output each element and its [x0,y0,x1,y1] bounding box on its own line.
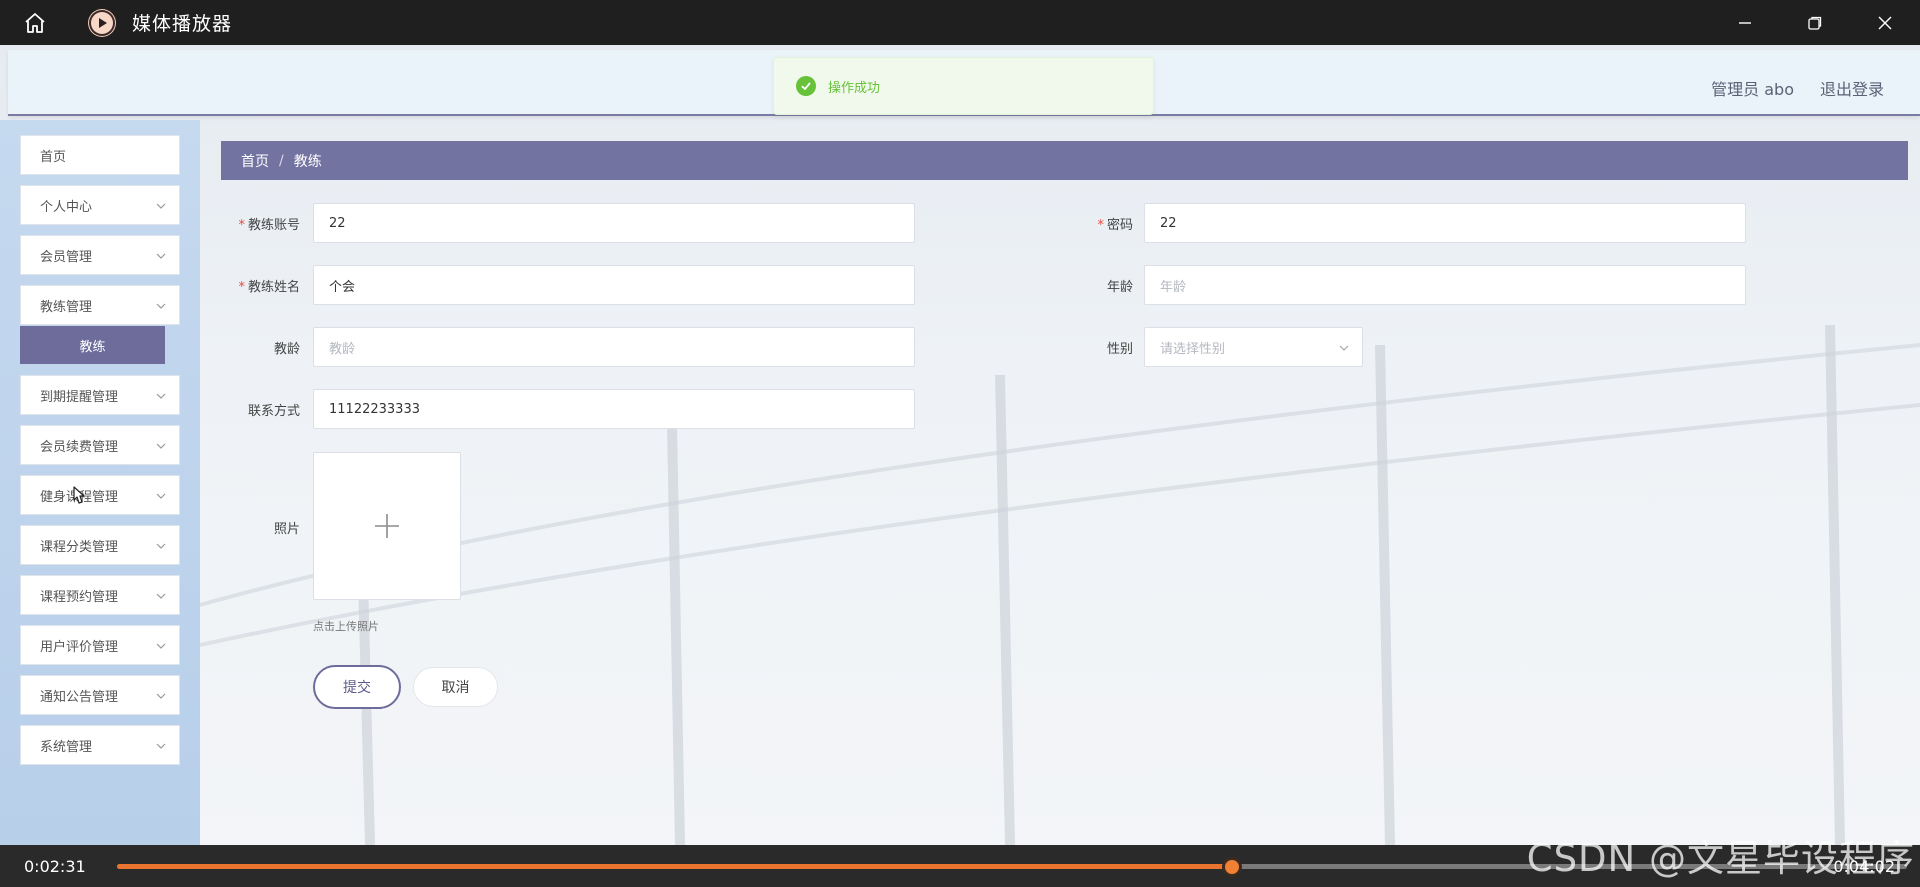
sidebar-item-fitness-course[interactable]: 健身课程管理 [20,475,180,515]
check-circle-icon [796,76,816,96]
watermark: CSDN @文星毕设程序 [1526,837,1915,880]
sidebar-item-course-booking[interactable]: 课程预约管理 [20,575,180,615]
sidebar-item-label: 会员管理 [40,249,93,265]
chevron-down-icon [1339,345,1349,351]
sidebar-item-home[interactable]: 首页 [20,135,180,175]
sidebar-item-member-renewal[interactable]: 会员续费管理 [20,425,180,465]
chevron-down-icon [156,253,166,259]
sidebar-item-coach-management[interactable]: 教练管理 [20,285,180,325]
phone-label: 联系方式 [247,404,300,419]
sidebar-item-label: 课程分类管理 [40,539,119,555]
sidebar-item-label: 首页 [40,149,67,165]
account-label: * 教练账号 [238,218,300,233]
plus-icon [375,514,399,538]
chevron-down-icon [156,303,166,309]
app-viewport: 管理员 abo 退出登录 操作成功 首页 个人中心 会员管理 教练管理 教练 到… [0,45,1920,845]
minimize-icon [1739,21,1751,24]
sidebar-item-label: 用户评价管理 [40,639,119,655]
window-title: 媒体播放器 [132,13,233,35]
name-input[interactable]: 个会 [313,265,915,305]
sidebar-item-member-management[interactable]: 会员管理 [20,235,180,275]
chevron-down-icon [156,393,166,399]
chevron-down-icon [156,203,166,209]
chevron-down-icon [156,443,166,449]
home-button[interactable] [0,0,70,45]
sidebar-item-user-review[interactable]: 用户评价管理 [20,625,180,665]
minimize-button[interactable] [1710,0,1780,45]
sidebar-item-course-category[interactable]: 课程分类管理 [20,525,180,565]
photo-upload[interactable] [313,452,461,600]
home-icon [25,12,45,33]
sidebar-item-label: 课程预约管理 [40,589,119,605]
close-button[interactable] [1850,0,1920,45]
current-time: 0:02:31 [24,857,86,876]
sidebar-item-label: 系统管理 [40,739,93,755]
sidebar-item-notice[interactable]: 通知公告管理 [20,675,180,715]
chevron-down-icon [156,693,166,699]
age-input[interactable]: 年龄 [1144,265,1746,305]
cancel-button[interactable]: 取消 [413,667,498,707]
breadcrumb-current: 教练 [293,153,322,170]
account-input[interactable]: 22 [313,203,915,243]
sidebar-item-label: 教练管理 [40,299,93,315]
seek-bar-progress [117,864,1233,869]
mouse-cursor-icon [73,486,85,504]
chevron-down-icon [156,743,166,749]
current-user: 管理员 abo [1711,80,1794,99]
submit-button[interactable]: 提交 [313,665,401,709]
window-controls [1710,0,1920,45]
chevron-down-icon [156,543,166,549]
success-toast: 操作成功 [773,57,1154,115]
window-titlebar: 媒体播放器 [0,0,1920,45]
photo-label: 照片 [273,522,300,537]
sidebar-item-expiry-reminder[interactable]: 到期提醒管理 [20,375,180,415]
restore-button[interactable] [1780,0,1850,45]
sidebar-item-personal-center[interactable]: 个人中心 [20,185,180,225]
restore-icon [1808,16,1822,30]
breadcrumb-home[interactable]: 首页 [241,151,269,171]
breadcrumb: 首页 / 教练 [221,141,1908,180]
gender-label: 性别 [1106,342,1133,357]
name-label: * 教练姓名 [238,280,300,295]
gender-select[interactable]: 请选择性别 [1144,327,1363,367]
chevron-down-icon [156,593,166,599]
sidebar-subitem-coach[interactable]: 教练 [20,326,165,364]
close-icon [1878,16,1892,29]
age-label: 年龄 [1106,280,1133,295]
upload-hint: 点击上传照片 [313,620,379,633]
password-input[interactable]: 22 [1144,203,1746,243]
password-label: * 密码 [1097,218,1133,233]
play-icon [88,8,116,37]
chevron-down-icon [156,493,166,499]
sidebar-item-label: 到期提醒管理 [40,389,119,405]
years-input[interactable]: 教龄 [313,327,915,367]
gender-select-value: 请选择性别 [1160,341,1226,357]
chevron-down-icon [156,643,166,649]
sidebar-item-label: 会员续费管理 [40,439,119,455]
logout-link[interactable]: 退出登录 [1820,76,1884,100]
sidebar-item-system[interactable]: 系统管理 [20,725,180,765]
seek-bar-handle[interactable] [1222,857,1243,877]
phone-input[interactable]: 11122233333 [313,389,915,429]
breadcrumb-separator: / [279,152,284,169]
sidebar-item-label: 个人中心 [40,199,93,215]
years-label: 教龄 [273,342,300,357]
toast-message: 操作成功 [828,80,881,96]
sidebar-item-label: 通知公告管理 [40,689,119,705]
